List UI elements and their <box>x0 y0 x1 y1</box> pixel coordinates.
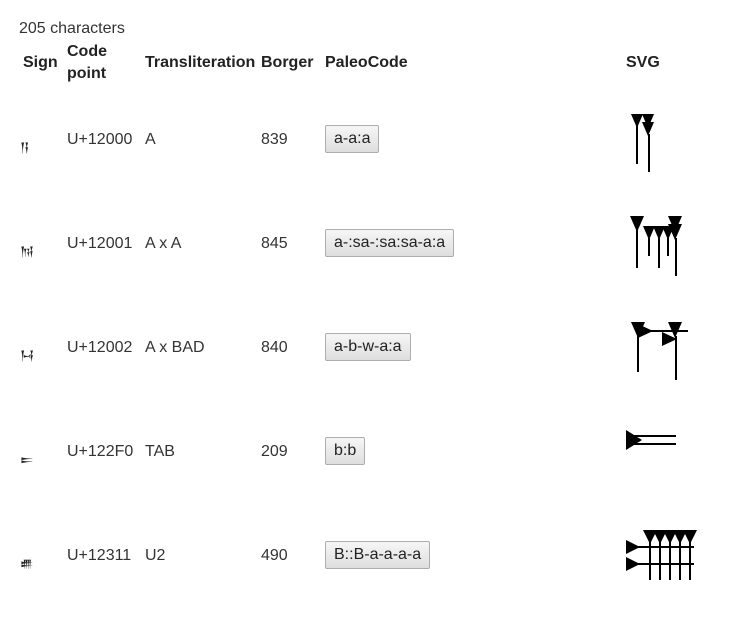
transliteration: A <box>145 131 156 148</box>
transliteration: TAB <box>145 443 175 460</box>
cuneiform-u2-svg <box>626 530 697 580</box>
borger-number: 845 <box>261 235 288 252</box>
cuneiform-a-x-bad-svg <box>631 322 688 380</box>
cuneiform-a-x-a-svg <box>630 216 682 276</box>
cuneiform-a-svg <box>631 114 654 172</box>
code-point: U+12002 <box>67 339 133 356</box>
borger-number: 840 <box>261 339 288 356</box>
transliteration: U2 <box>145 547 166 564</box>
code-point: U+12000 <box>67 131 133 148</box>
table-row: 𒋰 U+122F0 TAB 209 b:b <box>0 400 731 504</box>
character-count: 205 characters <box>19 20 125 37</box>
code-point: U+122F0 <box>67 443 134 460</box>
code-point: U+12001 <box>67 235 133 252</box>
sign-glyph: 𒌑 <box>20 557 34 572</box>
paleocode-button[interactable]: a-a:a <box>325 125 380 153</box>
borger-number: 209 <box>261 443 288 460</box>
transliteration: A x A <box>145 235 182 252</box>
transliteration: A x BAD <box>145 339 205 356</box>
borger-number: 839 <box>261 131 288 148</box>
header-svg: SVG <box>626 54 660 71</box>
table-row: 𒀁 U+12001 A x A 845 a-:sa-:sa:sa-a:a <box>0 192 731 296</box>
paleocode-button[interactable]: B::B-a-a-a-a <box>325 541 431 569</box>
paleocode-button[interactable]: b:b <box>325 437 366 465</box>
header-borger: Borger <box>261 54 314 71</box>
paleocode-button[interactable]: a-:sa-:sa:sa-a:a <box>325 229 455 257</box>
header-sign: Sign <box>23 54 58 71</box>
table-row: 𒌑 U+12311 U2 490 B::B-a-a-a-a <box>0 504 731 608</box>
sign-glyph: 𒀁 <box>20 245 35 260</box>
header-paleocode: PaleoCode <box>325 54 408 71</box>
header-code-point-line2: point <box>67 65 107 82</box>
paleocode-button[interactable]: a-b-w-a:a <box>325 333 411 361</box>
cuneiform-tab-svg <box>626 430 676 450</box>
header-code-point-line1: Code <box>67 43 107 60</box>
header-code-point: Code point <box>67 41 107 85</box>
table-row: 𒀂 U+12002 A x BAD 840 a-b-w-a:a <box>0 296 731 400</box>
table-row: 𒀀 U+12000 A 839 a-a:a <box>0 88 731 192</box>
borger-number: 490 <box>261 547 288 564</box>
sign-glyph: 𒋰 <box>20 453 34 468</box>
sign-glyph: 𒀀 <box>20 141 30 156</box>
code-point: U+12311 <box>67 547 132 564</box>
sign-glyph: 𒀂 <box>20 349 35 364</box>
header-transliteration: Transliteration <box>145 54 256 71</box>
